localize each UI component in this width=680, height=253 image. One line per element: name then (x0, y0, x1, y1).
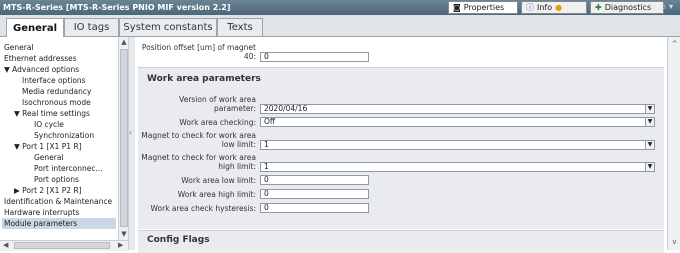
position-offset-label-line1: Position offset [um] of magnet (141, 43, 256, 52)
work-area-title: Work area parameters (147, 74, 261, 84)
tree-item-port1-general[interactable]: General (34, 152, 64, 163)
high-magnet-value: 1 (264, 162, 269, 171)
tree-item-hardware-interrupts[interactable]: Hardware interrupts (4, 207, 79, 218)
tab-strip: General IO tags System constants Texts (0, 15, 680, 37)
title-bar: MTS-R-Series [MTS-R-Series PNIO MIF vers… (0, 0, 680, 15)
low-limit-label: Work area low limit: (181, 176, 256, 185)
version-label-line2: parameter: (214, 104, 256, 113)
tree-item-media-redundancy[interactable]: Media redundancy (22, 86, 91, 97)
tree-item-module-parameters[interactable]: Module parameters (2, 218, 116, 229)
tab-general[interactable]: General (6, 18, 64, 37)
properties-icon: ◙ (453, 3, 461, 12)
tree-item-ethernet-addresses[interactable]: Ethernet addresses (4, 53, 77, 64)
hysteresis-field[interactable]: 0 (260, 203, 369, 213)
low-magnet-label: Magnet to check for work area low limit: (138, 131, 256, 149)
tab-texts[interactable]: Texts (217, 18, 263, 36)
tree-item-identification-maintenance[interactable]: Identification & Maintenance (4, 196, 112, 207)
chevron-down-icon[interactable]: ▼ (645, 141, 654, 149)
checking-dropdown[interactable]: Off ▼ (260, 117, 655, 127)
tree-scroll-thumb[interactable] (120, 49, 128, 227)
properties-button[interactable]: ◙ Properties (448, 1, 518, 14)
tree-item-general[interactable]: General (4, 42, 34, 53)
tree-item-port-interconnection[interactable]: Port interconnec... (34, 163, 103, 174)
high-magnet-label: Magnet to check for work area high limit… (138, 153, 256, 171)
checking-value: Off (264, 117, 276, 126)
scroll-down-icon[interactable]: v (668, 237, 680, 248)
tree-item-port-1[interactable]: ▼ Port 1 [X1 P1 R] (14, 141, 82, 152)
tab-io-tags[interactable]: IO tags (64, 18, 119, 36)
version-label: Version of work area parameter: (138, 95, 256, 113)
navigation-tree: General Ethernet addresses ▼ Advanced op… (0, 37, 118, 250)
tree-item-isochronous-mode[interactable]: Isochronous mode (22, 97, 91, 108)
high-magnet-label-line2: high limit: (218, 162, 256, 171)
tree-item-port-options[interactable]: Port options (34, 174, 79, 185)
scroll-left-icon[interactable]: ◀ (3, 241, 8, 249)
low-magnet-dropdown[interactable]: 1 ▼ (260, 140, 655, 150)
low-magnet-value: 1 (264, 140, 269, 149)
tree-item-synchronization[interactable]: Synchronization (34, 130, 94, 141)
version-value: 2020/04/16 (264, 104, 308, 113)
scroll-right-icon[interactable]: ▶ (118, 241, 123, 249)
position-offset-label-line2: 40: (243, 52, 256, 61)
high-magnet-label-line1: Magnet to check for work area (141, 153, 256, 162)
properties-label: Properties (463, 3, 505, 12)
diagnostics-icon: ✚ (595, 3, 602, 12)
low-limit-field[interactable]: 0 (260, 175, 369, 185)
tree-item-real-time-settings[interactable]: ▼ Real time settings (14, 108, 90, 119)
position-offset-label: Position offset [um] of magnet 40: (138, 43, 256, 61)
tree-item-advanced-options[interactable]: ▼ Advanced options (4, 64, 79, 75)
position-offset-field[interactable]: 0 (260, 52, 369, 62)
content-vertical-scrollbar[interactable]: ^ v (667, 37, 680, 250)
tree-horizontal-scrollbar[interactable]: ◀ ▶ (0, 240, 128, 251)
chevron-down-icon[interactable]: ▼ (645, 163, 654, 171)
window-controls-icon[interactable]: ▫▭▾ (650, 2, 676, 11)
tree-hscroll-thumb[interactable] (14, 242, 110, 249)
parameters-panel: Position offset [um] of magnet 40: 0 Wor… (135, 37, 667, 253)
chevron-down-icon[interactable]: ▼ (645, 105, 654, 113)
tree-item-interface-options[interactable]: Interface options (22, 75, 86, 86)
config-flags-title: Config Flags (147, 235, 210, 245)
low-magnet-label-line1: Magnet to check for work area (141, 131, 256, 140)
info-label: Info (537, 3, 553, 12)
version-dropdown[interactable]: 2020/04/16 ▼ (260, 104, 655, 114)
high-limit-label: Work area high limit: (177, 190, 256, 199)
window-title: MTS-R-Series [MTS-R-Series PNIO MIF vers… (3, 3, 231, 12)
high-magnet-dropdown[interactable]: 1 ▼ (260, 162, 655, 172)
high-limit-field[interactable]: 0 (260, 189, 369, 199)
warning-icon: ● (555, 3, 563, 12)
checking-label: Work area checking: (179, 118, 256, 127)
info-button[interactable]: ⓘ Info ● (521, 1, 587, 14)
hysteresis-label: Work area check hysteresis: (150, 204, 256, 213)
diagnostics-label: Diagnostics (604, 3, 652, 12)
low-magnet-label-line2: low limit: (221, 140, 256, 149)
version-label-line1: Version of work area (179, 95, 256, 104)
tree-item-io-cycle[interactable]: IO cycle (34, 119, 64, 130)
info-icon: ⓘ (526, 3, 534, 12)
chevron-down-icon[interactable]: ▼ (645, 118, 654, 126)
scroll-up-icon[interactable]: ^ (668, 39, 680, 50)
tab-system-constants[interactable]: System constants (119, 18, 217, 36)
tree-item-port-2[interactable]: ▶ Port 2 [X1 P2 R] (14, 185, 82, 196)
collapse-arrow-icon[interactable]: ‹ (129, 129, 132, 137)
